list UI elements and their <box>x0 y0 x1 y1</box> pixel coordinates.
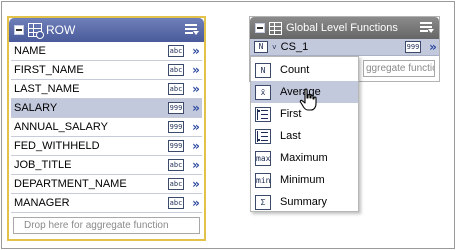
type-icon: 999 <box>405 41 421 53</box>
menu-item-count[interactable]: N Count <box>251 59 358 81</box>
menu-item-minimum[interactable]: min Minimum <box>251 169 358 191</box>
aggregate-function-menu: N Count x̄ Average First Last max Maximu… <box>250 56 359 212</box>
menu-item-summary[interactable]: Σ Summary <box>251 191 358 213</box>
column-row[interactable]: FED_WITHHELD 999 » <box>11 137 202 156</box>
row-panel-header[interactable]: ROW <box>9 18 204 42</box>
type-icon: abc <box>168 178 184 190</box>
expand-chevron-icon[interactable]: » <box>190 197 202 209</box>
expand-chevron-icon[interactable]: » <box>190 178 202 190</box>
table-icon <box>269 21 282 35</box>
type-icon: abc <box>168 159 184 171</box>
expand-chevron-icon[interactable]: » <box>190 45 202 57</box>
function-type-icon[interactable]: N <box>254 41 268 53</box>
column-row[interactable]: LAST_NAME abc » <box>11 80 202 99</box>
column-row[interactable]: ANNUAL_SALARY 999 » <box>11 118 202 137</box>
column-row[interactable]: SALARY 999 » <box>11 99 202 118</box>
type-icon: abc <box>168 197 184 209</box>
expand-chevron-icon[interactable]: » <box>190 140 202 152</box>
aggregate-drop-zone[interactable]: Drop here for aggregate function <box>13 217 200 234</box>
column-list: NAME abc » FIRST_NAME abc » LAST_NAME ab… <box>9 42 204 213</box>
column-name: FED_WITHHELD <box>14 140 100 152</box>
expand-chevron-icon[interactable]: » <box>190 102 202 114</box>
expand-chevron-icon[interactable]: » <box>190 159 202 171</box>
type-icon: 999 <box>168 140 184 152</box>
type-icon: 999 <box>168 121 184 133</box>
expand-chevron-icon[interactable]: » <box>190 64 202 76</box>
maximum-icon: max <box>255 150 271 166</box>
panel-menu-icon[interactable] <box>420 22 434 34</box>
panel-menu-icon[interactable] <box>185 24 199 36</box>
column-name: SALARY <box>14 102 58 114</box>
function-column-name: CS_1 <box>280 41 309 53</box>
column-row[interactable]: MANAGER abc » <box>11 194 202 213</box>
last-icon <box>255 128 271 144</box>
column-name: JOB_TITLE <box>14 159 72 171</box>
column-row[interactable]: FIRST_NAME abc » <box>11 61 202 80</box>
minimum-icon: min <box>255 172 271 188</box>
row-panel-title: ROW <box>46 23 76 37</box>
menu-item-label: Last <box>280 130 301 142</box>
type-icon: abc <box>168 83 184 95</box>
hand-cursor-icon <box>299 88 317 111</box>
glf-panel-header[interactable]: Global Level Functions <box>250 17 439 39</box>
menu-item-last[interactable]: Last <box>251 125 358 147</box>
type-icon: 999 <box>168 102 184 114</box>
table-icon <box>28 23 44 39</box>
count-icon: N <box>255 62 271 78</box>
menu-item-label: Maximum <box>280 152 328 164</box>
average-icon: x̄ <box>255 84 271 100</box>
column-row[interactable]: NAME abc » <box>11 42 202 61</box>
menu-item-label: Minimum <box>280 174 325 186</box>
collapse-icon[interactable] <box>14 25 24 35</box>
column-name: FIRST_NAME <box>14 64 84 76</box>
function-column-row[interactable]: N ˅ CS_1 999 » <box>250 39 439 56</box>
collapse-icon[interactable] <box>255 23 265 33</box>
column-name: LAST_NAME <box>14 83 80 95</box>
menu-item-label: Summary <box>280 196 328 208</box>
column-row[interactable]: DEPARTMENT_NAME abc » <box>11 175 202 194</box>
column-name: MANAGER <box>14 197 70 209</box>
column-name: ANNUAL_SALARY <box>14 121 108 133</box>
glf-panel-title: Global Level Functions <box>286 22 398 34</box>
aggregate-drop-zone[interactable]: ggregate function <box>363 60 435 77</box>
chevron-down-icon[interactable]: ˅ <box>272 43 277 52</box>
expand-chevron-icon[interactable]: » <box>427 41 439 53</box>
row-table-panel: ROW NAME abc » FIRST_NAME abc » LAST_NAM… <box>7 16 206 241</box>
expand-chevron-icon[interactable]: » <box>190 121 202 133</box>
type-icon: abc <box>168 45 184 57</box>
menu-item-maximum[interactable]: max Maximum <box>251 147 358 169</box>
summary-icon: Σ <box>255 194 271 210</box>
column-name: NAME <box>14 45 46 57</box>
expand-chevron-icon[interactable]: » <box>190 83 202 95</box>
menu-item-label: Count <box>280 64 310 76</box>
column-name: DEPARTMENT_NAME <box>14 178 127 190</box>
first-icon <box>255 106 271 122</box>
column-row[interactable]: JOB_TITLE abc » <box>11 156 202 175</box>
type-icon: abc <box>168 64 184 76</box>
